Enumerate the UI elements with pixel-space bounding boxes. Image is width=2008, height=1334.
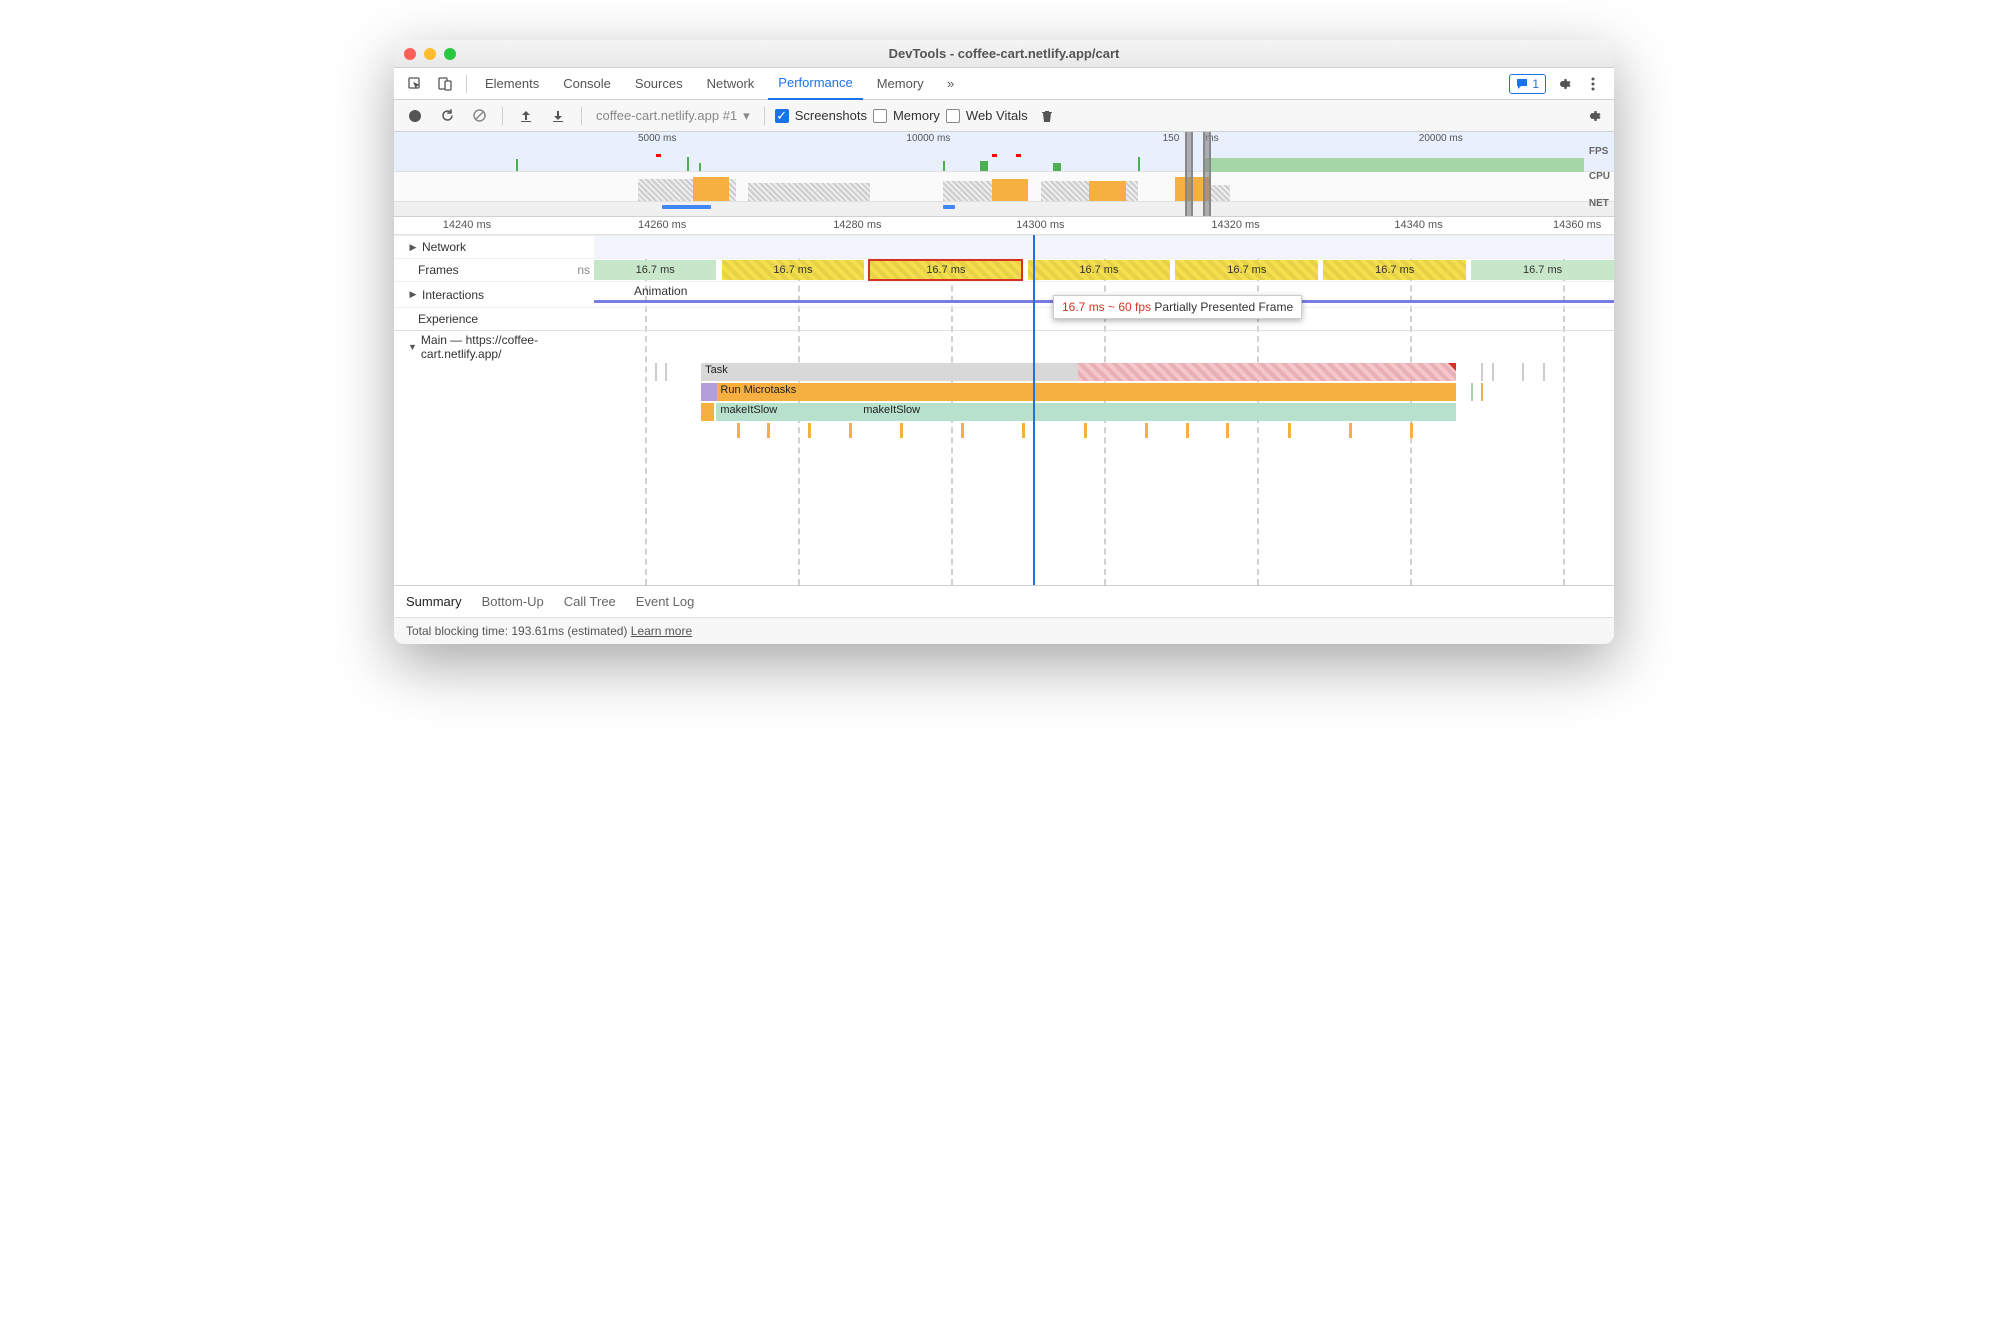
viewport-handle-left[interactable] <box>1185 132 1193 216</box>
checkbox-icon <box>873 109 887 123</box>
main-ruler: 14240 ms 14260 ms 14280 ms 14300 ms 1432… <box>394 217 1614 235</box>
chevron-right-icon[interactable]: ▶ <box>408 242 418 253</box>
more-tabs-icon[interactable]: » <box>938 71 964 97</box>
tab-call-tree[interactable]: Call Tree <box>564 594 616 609</box>
chevron-down-icon[interactable]: ▼ <box>408 342 417 352</box>
separator <box>502 107 503 125</box>
recording-select[interactable]: coffee-cart.netlify.app #1 ▾ <box>592 108 754 124</box>
settings-icon[interactable] <box>1550 71 1576 97</box>
tab-console[interactable]: Console <box>553 68 621 100</box>
flame-row-children[interactable] <box>594 423 1614 443</box>
frames-track[interactable]: Frames ns 16.7 ms16.7 ms16.7 ms16.7 ms16… <box>394 258 1614 281</box>
overview-ruler: 5000 ms 10000 ms 150 ms 20000 ms <box>394 132 1614 146</box>
long-task-warning-icon <box>1448 363 1456 371</box>
overview-labels: FPS CPU NET <box>1589 146 1610 209</box>
flame-row-task[interactable]: Task <box>594 363 1614 383</box>
screenshots-checkbox[interactable]: ✓ Screenshots <box>775 108 867 123</box>
frame-item[interactable]: 16.7 ms <box>1175 260 1318 280</box>
tab-summary[interactable]: Summary <box>406 594 462 609</box>
chevron-down-icon: ▾ <box>743 108 750 124</box>
network-track[interactable]: ▶Network <box>394 235 1614 258</box>
flamechart-area[interactable]: ▶Network Frames ns 16.7 ms16.7 ms16.7 ms… <box>394 235 1614 585</box>
flame-row-calls[interactable]: makeItSlow makeItSlow <box>594 403 1614 423</box>
tab-sources[interactable]: Sources <box>625 68 693 100</box>
memory-checkbox[interactable]: Memory <box>873 108 940 123</box>
tab-network[interactable]: Network <box>697 68 765 100</box>
traffic-lights <box>404 48 456 60</box>
experience-track[interactable]: Experience <box>394 307 1614 330</box>
overview-pane[interactable]: 5000 ms 10000 ms 150 ms 20000 ms <box>394 132 1614 217</box>
separator <box>764 107 765 125</box>
upload-button[interactable] <box>513 103 539 129</box>
maximize-icon[interactable] <box>444 48 456 60</box>
issues-badge[interactable]: 1 <box>1509 74 1546 94</box>
overview-fps <box>394 146 1614 172</box>
microtasks-bar[interactable]: Run Microtasks <box>716 383 1456 401</box>
frame-item[interactable]: 16.7 ms <box>594 260 716 280</box>
interactions-track[interactable]: ▶Interactions Animation <box>394 281 1614 307</box>
fn-call-2[interactable]: makeItSlow <box>859 403 971 421</box>
frame-item[interactable]: 16.7 ms <box>1323 260 1466 280</box>
kebab-icon[interactable] <box>1580 71 1606 97</box>
minimize-icon[interactable] <box>424 48 436 60</box>
speech-bubble-icon <box>1516 78 1528 90</box>
frame-item[interactable]: 16.7 ms <box>869 260 1022 280</box>
flame-row-microtasks[interactable]: Run Microtasks <box>594 383 1614 403</box>
record-button[interactable] <box>402 103 428 129</box>
animation-label: Animation <box>634 284 687 298</box>
separator <box>466 75 467 93</box>
frame-item[interactable]: 16.7 ms <box>722 260 865 280</box>
download-button[interactable] <box>545 103 571 129</box>
overview-net <box>394 202 1614 216</box>
frame-tooltip: 16.7 ms ~ 60 fps Partially Presented Fra… <box>1053 295 1302 319</box>
separator <box>581 107 582 125</box>
chevron-right-icon[interactable]: ▶ <box>408 289 418 300</box>
overview-cpu <box>394 172 1614 202</box>
issues-count: 1 <box>1532 77 1539 91</box>
playhead[interactable] <box>1033 235 1035 585</box>
panel-settings-icon[interactable] <box>1580 103 1606 129</box>
window-title: DevTools - coffee-cart.netlify.app/cart <box>394 46 1614 61</box>
tab-performance[interactable]: Performance <box>768 68 862 100</box>
frame-item[interactable]: 16.7 ms <box>1471 260 1614 280</box>
webvitals-checkbox[interactable]: Web Vitals <box>946 108 1028 123</box>
checkbox-icon: ✓ <box>775 109 789 123</box>
inspect-icon[interactable] <box>402 71 428 97</box>
close-icon[interactable] <box>404 48 416 60</box>
tab-memory[interactable]: Memory <box>867 68 934 100</box>
recording-name: coffee-cart.netlify.app #1 <box>596 108 737 123</box>
device-icon[interactable] <box>432 71 458 97</box>
devtools-window: DevTools - coffee-cart.netlify.app/cart … <box>394 40 1614 644</box>
titlebar[interactable]: DevTools - coffee-cart.netlify.app/cart <box>394 40 1614 68</box>
clear-button[interactable] <box>466 103 492 129</box>
main-track-header[interactable]: ▼Main — https://coffee-cart.netlify.app/ <box>394 330 1614 363</box>
perf-toolbar: coffee-cart.netlify.app #1 ▾ ✓ Screensho… <box>394 100 1614 132</box>
details-tabs: Summary Bottom-Up Call Tree Event Log <box>394 585 1614 617</box>
panel-tabs: Elements Console Sources Network Perform… <box>394 68 1614 100</box>
tab-bottom-up[interactable]: Bottom-Up <box>482 594 544 609</box>
frame-item[interactable]: 16.7 ms <box>1028 260 1171 280</box>
learn-more-link[interactable]: Learn more <box>631 624 692 638</box>
checkbox-icon <box>946 109 960 123</box>
task-bar[interactable]: Task <box>701 363 1456 381</box>
fn-call-1[interactable]: makeItSlow <box>716 403 828 421</box>
reload-button[interactable] <box>434 103 460 129</box>
tab-event-log[interactable]: Event Log <box>636 594 695 609</box>
viewport-handle-right[interactable] <box>1203 132 1211 216</box>
tab-elements[interactable]: Elements <box>475 68 549 100</box>
status-line: Total blocking time: 193.61ms (estimated… <box>394 617 1614 644</box>
trash-button[interactable] <box>1034 103 1060 129</box>
